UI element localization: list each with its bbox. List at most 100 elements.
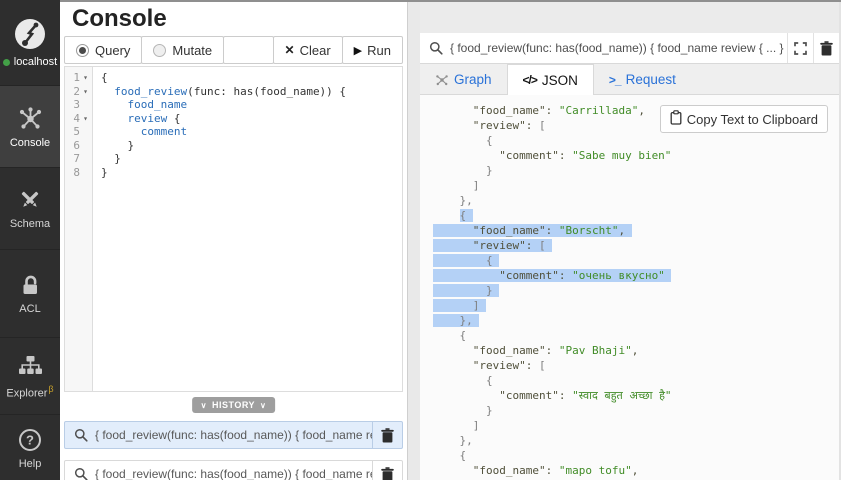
json-line: { xyxy=(433,328,839,343)
json-line: "comment": "Sabe muy bien" xyxy=(433,148,839,163)
search-icon xyxy=(429,41,443,55)
sidebar-item-schema[interactable]: Schema xyxy=(0,168,60,250)
schema-icon xyxy=(17,187,43,213)
json-tab-icon: </> xyxy=(523,73,537,87)
json-line: "food_name": "Pav Bhaji", xyxy=(433,343,839,358)
line-number: 5 xyxy=(65,125,80,139)
sidebar-item-label: Console xyxy=(10,137,50,149)
sidebar-item-acl[interactable]: ACL xyxy=(0,250,60,338)
radio-on-icon xyxy=(76,44,89,57)
json-line: { xyxy=(433,208,839,223)
json-line: }, xyxy=(433,193,839,208)
beta-badge: β xyxy=(48,384,53,394)
json-line: "food_name": "Borscht", xyxy=(433,223,839,238)
tab-json[interactable]: </> JSON xyxy=(507,64,594,95)
result-query-bar: { food_review(func: has(food_name)) { fo… xyxy=(420,33,839,64)
clear-button[interactable]: ✕ Clear xyxy=(273,36,343,64)
mutate-radio-label: Mutate xyxy=(172,43,212,58)
json-line: } xyxy=(433,163,839,178)
history-toggle[interactable]: ∨ HISTORY ∨ xyxy=(192,397,276,413)
gutter-line: 1▾ xyxy=(65,71,92,85)
sidebar-item-label: Help xyxy=(19,458,42,470)
text-selection: ] xyxy=(433,299,486,312)
code-line: food_name xyxy=(101,98,346,112)
gutter-line: 7 xyxy=(65,152,92,166)
query-toolbar: Query Mutate ✕ Clear ▶ Run xyxy=(64,36,403,64)
json-output[interactable]: Copy Text to Clipboard "food_name": "Car… xyxy=(420,95,839,480)
ratel-console-window: localhostConsoleSchemaACLExplorerβ?Help … xyxy=(0,0,841,480)
request-tab-icon: >_ xyxy=(609,73,621,87)
history-item[interactable]: { food_review(func: has(food_name)) { fo… xyxy=(64,421,403,449)
text-selection: "comment": "очень вкусно" xyxy=(433,269,671,282)
text-selection: "food_name": "Borscht", xyxy=(433,224,632,237)
tab-graph[interactable]: Graph xyxy=(420,64,507,95)
console-icon xyxy=(17,105,44,132)
fold-arrow-icon[interactable]: ▾ xyxy=(80,71,91,85)
json-line: ] xyxy=(433,298,839,313)
text-selection: { xyxy=(460,209,473,222)
query-editor[interactable]: 1▾2▾34▾5678 { food_review(func: has(food… xyxy=(64,66,403,392)
json-line: "review": [ xyxy=(433,238,839,253)
line-number: 6 xyxy=(65,139,80,153)
sidebar-item-console[interactable]: Console xyxy=(0,86,60,168)
fold-arrow-icon[interactable]: ▾ xyxy=(80,112,91,126)
sidebar-item-localhost[interactable]: localhost xyxy=(0,0,60,86)
query-radio-button[interactable]: Query xyxy=(64,36,142,64)
radio-off-icon xyxy=(153,44,166,57)
copy-button-label: Copy Text to Clipboard xyxy=(687,112,818,127)
delete-history-button[interactable] xyxy=(372,422,402,448)
sidebar-item-help[interactable]: ?Help xyxy=(0,415,60,480)
search-icon xyxy=(74,467,88,480)
code-line: food_review(func: has(food_name)) { xyxy=(101,85,346,99)
history-toggle-label: HISTORY xyxy=(212,400,255,410)
json-line: ] xyxy=(433,418,839,433)
explorer-icon xyxy=(17,353,44,379)
editor-gutter: 1▾2▾34▾5678 xyxy=(65,67,93,391)
json-line: }, xyxy=(433,433,839,448)
gutter-line: 6 xyxy=(65,139,92,153)
online-status-dot xyxy=(3,59,10,66)
json-line: "review": [ xyxy=(433,358,839,373)
tab-label: JSON xyxy=(542,73,578,88)
dgraph-logo-icon xyxy=(13,17,47,51)
json-line: { xyxy=(433,133,839,148)
sidebar-item-label: Explorerβ xyxy=(6,384,53,400)
json-line: ] xyxy=(433,178,839,193)
delete-history-button[interactable] xyxy=(372,461,402,480)
line-number: 2 xyxy=(65,85,80,99)
copy-to-clipboard-button[interactable]: Copy Text to Clipboard xyxy=(660,105,828,133)
json-line: } xyxy=(433,283,839,298)
history-item-text: { food_review(func: has(food_name)) { fo… xyxy=(95,428,372,442)
code-line: } xyxy=(101,139,346,153)
gutter-line: 3 xyxy=(65,98,92,112)
page-title: Console xyxy=(72,5,407,33)
json-line: "comment": "स्वाद बहुत अच्छा है" xyxy=(433,388,839,403)
line-number: 4 xyxy=(65,112,80,126)
text-selection: }, xyxy=(433,314,479,327)
json-line: { xyxy=(433,253,839,268)
clipboard-icon xyxy=(670,110,682,128)
sidebar-item-label: ACL xyxy=(19,303,40,315)
line-number: 7 xyxy=(65,152,80,166)
result-tabs: Graph </> JSON >_ Request xyxy=(420,64,839,95)
fold-arrow-icon[interactable]: ▾ xyxy=(80,85,91,99)
tab-request[interactable]: >_ Request xyxy=(594,64,691,95)
tab-label: Request xyxy=(626,72,676,87)
gutter-line: 2▾ xyxy=(65,85,92,99)
chevron-down-icon: ∨ xyxy=(260,401,266,410)
json-line: { xyxy=(433,448,839,463)
fullscreen-button[interactable] xyxy=(787,33,813,63)
json-line: "comment": "очень вкусно" xyxy=(433,268,839,283)
close-icon: ✕ xyxy=(285,43,295,57)
mutate-radio-button[interactable]: Mutate xyxy=(141,36,224,64)
history-item[interactable]: { food_review(func: has(food_name)) { fo… xyxy=(64,460,403,480)
results-panel-header-spacer xyxy=(420,2,839,33)
delete-result-button[interactable] xyxy=(813,33,839,63)
results-panel: { food_review(func: has(food_name)) { fo… xyxy=(420,2,841,480)
graph-icon xyxy=(435,73,449,87)
acl-icon xyxy=(17,272,43,298)
text-selection: } xyxy=(433,284,499,297)
sidebar-item-explorer[interactable]: Explorerβ xyxy=(0,338,60,415)
line-number: 8 xyxy=(65,166,80,180)
run-button[interactable]: ▶ Run xyxy=(342,36,403,64)
